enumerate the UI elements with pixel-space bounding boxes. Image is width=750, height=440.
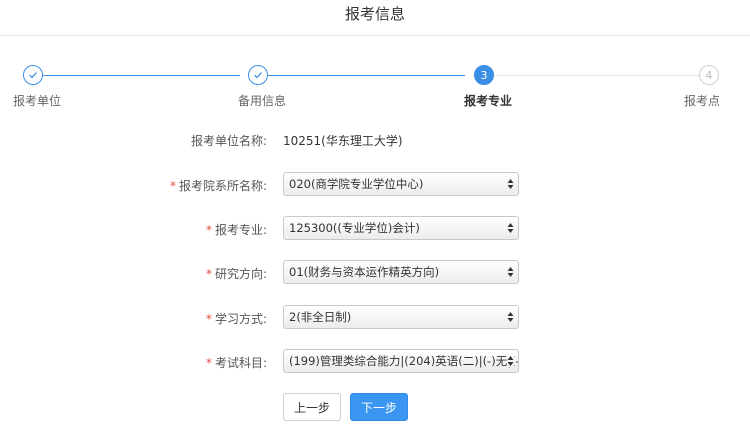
required-mark: * xyxy=(205,312,212,326)
department-label: * 报考院系所名称: xyxy=(169,179,267,193)
step-2-circle xyxy=(248,65,268,85)
form-row-direction: * 研究方向: 01(财务与资本运作精英方向) xyxy=(0,260,750,286)
check-icon xyxy=(29,72,37,79)
required-mark: * xyxy=(205,356,212,370)
direction-select[interactable]: 01(财务与资本运作精英方向) xyxy=(283,260,519,284)
department-select[interactable]: 020(商学院专业学位中心) xyxy=(283,172,519,196)
step-4-circle: 4 xyxy=(699,65,719,85)
step-1-circle xyxy=(23,65,43,85)
select-arrows-icon xyxy=(507,267,514,277)
step-line-1 xyxy=(43,75,240,76)
next-step-button[interactable]: 下一步 xyxy=(350,393,408,421)
subjects-label: * 考试科目: xyxy=(205,356,267,370)
select-arrows-icon xyxy=(507,223,514,233)
study-mode-select[interactable]: 2(非全日制) xyxy=(283,305,519,329)
select-arrows-icon xyxy=(507,355,514,367)
required-mark: * xyxy=(205,267,212,281)
direction-label: * 研究方向: xyxy=(205,267,267,281)
step-2-label: 备用信息 xyxy=(238,94,287,108)
major-select[interactable]: 125300((专业学位)会计) xyxy=(283,216,519,240)
unit-value: 10251(华东理工大学) xyxy=(283,134,403,148)
select-arrows-icon xyxy=(507,312,514,322)
study-mode-label: * 学习方式: xyxy=(205,312,267,326)
form-row-major: * 报考专业: 125300((专业学位)会计) xyxy=(0,216,750,242)
subjects-select[interactable]: (199)管理类综合能力|(204)英语(二)|(-)无|(-)无 xyxy=(283,349,519,373)
check-icon xyxy=(254,72,262,79)
prev-step-button[interactable]: 上一步 xyxy=(283,393,341,421)
page-title: 报考信息 xyxy=(344,5,405,23)
title-divider xyxy=(0,35,750,36)
step-3-circle: 3 xyxy=(474,65,494,85)
form-row-subjects: * 考试科目: (199)管理类综合能力|(204)英语(二)|(-)无|(-)无 xyxy=(0,349,750,375)
form-row-unit: 报考单位名称: 10251(华东理工大学) xyxy=(0,127,750,153)
unit-label: 报考单位名称: xyxy=(190,134,267,148)
required-mark: * xyxy=(169,179,176,193)
select-arrows-icon xyxy=(507,179,514,189)
step-4-label: 报考点 xyxy=(684,94,721,108)
form-row-department: * 报考院系所名称: 020(商学院专业学位中心) xyxy=(0,172,750,198)
major-label: * 报考专业: xyxy=(205,223,267,237)
step-3-label: 报考专业 xyxy=(464,94,513,108)
step-1-label: 报考单位 xyxy=(13,94,62,108)
form-row-study-mode: * 学习方式: 2(非全日制) xyxy=(0,305,750,331)
required-mark: * xyxy=(205,223,212,237)
step-line-2 xyxy=(268,75,465,76)
step-line-3 xyxy=(494,75,699,76)
